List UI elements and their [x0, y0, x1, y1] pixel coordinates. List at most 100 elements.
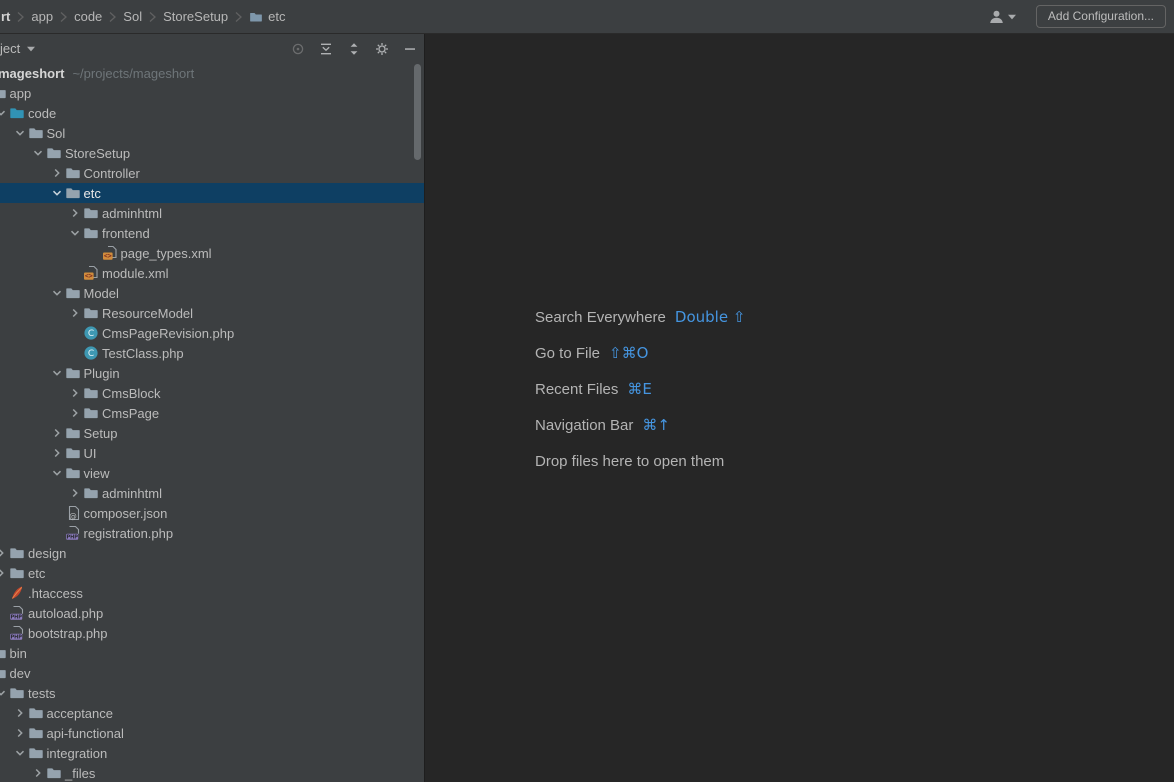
folder-icon [28, 725, 44, 741]
tree-row[interactable]: frontend [0, 223, 424, 243]
tree-row[interactable]: CTestClass.php [0, 343, 424, 363]
project-dropdown-label[interactable]: ject [0, 41, 20, 56]
tree-row[interactable]: design [0, 543, 424, 563]
tree-item-label: Setup [84, 426, 118, 441]
tree-row[interactable]: CmsBlock [0, 383, 424, 403]
shortcut-keys: Double ⇧ [675, 308, 746, 326]
chevron-expanded-icon[interactable] [49, 285, 65, 301]
tree-row[interactable]: view [0, 463, 424, 483]
collapse-all-icon[interactable] [347, 42, 361, 56]
tree-row[interactable]: api-functional [0, 723, 424, 743]
breadcrumb-item[interactable]: Sol [122, 9, 143, 24]
tree-row[interactable]: _files [0, 763, 424, 782]
tree-row[interactable]: acceptance [0, 703, 424, 723]
breadcrumb-item[interactable]: rt [0, 9, 11, 24]
tree-row[interactable]: adminhtml [0, 203, 424, 223]
chevron-spacer [0, 625, 9, 641]
chevron-spacer [67, 345, 83, 361]
shortcut-keys: ⌘E [627, 380, 651, 398]
folder-icon [46, 765, 62, 781]
chevron-collapsed-icon[interactable] [67, 485, 83, 501]
expand-all-icon[interactable] [319, 42, 333, 56]
tree-row[interactable]: <>page_types.xml [0, 243, 424, 263]
tree-row[interactable]: Controller [0, 163, 424, 183]
tree-row[interactable]: integration [0, 743, 424, 763]
folder-icon [28, 125, 44, 141]
tree-row[interactable]: CmsPage [0, 403, 424, 423]
tree-row[interactable]: adminhtml [0, 483, 424, 503]
breadcrumb-item[interactable]: code [73, 9, 103, 24]
tree-row[interactable]: tests [0, 683, 424, 703]
tree-row[interactable]: app [0, 83, 424, 103]
chevron-expanded-icon[interactable] [49, 465, 65, 481]
chevron-collapsed-icon[interactable] [49, 165, 65, 181]
svg-text:C: C [88, 329, 94, 339]
tree-row[interactable]: Plugin [0, 363, 424, 383]
tree-row[interactable]: dev [0, 663, 424, 683]
tree-row[interactable]: PHPautoload.php [0, 603, 424, 623]
chevron-collapsed-icon[interactable] [67, 385, 83, 401]
chevron-expanded-icon[interactable] [49, 185, 65, 201]
chevron-collapsed-icon[interactable] [67, 305, 83, 321]
chevron-collapsed-icon[interactable] [12, 705, 28, 721]
tree-row[interactable]: etc [0, 183, 424, 203]
tree-item-label: CmsPageRevision.php [102, 326, 234, 341]
json-file-icon: @ [65, 505, 81, 521]
tree-row[interactable]: PHPbootstrap.php [0, 623, 424, 643]
chevron-collapsed-icon[interactable] [30, 765, 46, 781]
tree-item-label: _files [65, 766, 95, 781]
chevron-collapsed-icon[interactable] [67, 205, 83, 221]
tree-row[interactable]: code [0, 103, 424, 123]
tree-row[interactable]: etc [0, 563, 424, 583]
chevron-collapsed-icon[interactable] [12, 725, 28, 741]
chevron-collapsed-icon[interactable] [49, 445, 65, 461]
chevron-collapsed-icon[interactable] [67, 405, 83, 421]
chevron-collapsed-icon[interactable] [49, 425, 65, 441]
chevron-down-icon[interactable] [27, 46, 35, 52]
tree-row[interactable]: C CmsPageRevision.php [0, 323, 424, 343]
breadcrumb-separator-icon [59, 11, 68, 23]
user-menu-dropdown[interactable] [988, 9, 1016, 25]
add-configuration-button[interactable]: Add Configuration... [1036, 5, 1166, 28]
shortcut-line: Drop files here to open them [535, 443, 745, 479]
tree-row[interactable]: .htaccess [0, 583, 424, 603]
breadcrumb-item[interactable]: app [30, 9, 54, 24]
project-root-path: ~/projects/mageshort [72, 66, 194, 81]
chevron-expanded-icon[interactable] [0, 105, 9, 121]
chevron-expanded-icon[interactable] [67, 225, 83, 241]
chevron-expanded-icon[interactable] [30, 145, 46, 161]
tree-row[interactable]: @composer.json [0, 503, 424, 523]
tree-row[interactable]: PHPregistration.php [0, 523, 424, 543]
xml-file-icon: <> [83, 265, 99, 281]
breadcrumb: rt app code Sol StoreSetup etc [0, 0, 286, 33]
locate-icon[interactable] [291, 42, 305, 56]
tree-row[interactable]: <>module.xml [0, 263, 424, 283]
tree-row[interactable]: ResourceModel [0, 303, 424, 323]
tree-item-label: registration.php [84, 526, 174, 541]
chevron-expanded-icon[interactable] [12, 125, 28, 141]
hide-panel-icon[interactable] [403, 42, 417, 56]
chevron-expanded-icon[interactable] [12, 745, 28, 761]
breadcrumb-item[interactable]: StoreSetup [162, 9, 229, 24]
folder-icon [46, 145, 62, 161]
tree-row[interactable]: mageshort~/projects/mageshort [0, 63, 424, 83]
shortcut-keys: ⌘↑ [642, 416, 670, 434]
breadcrumb-separator-icon [108, 11, 117, 23]
chevron-expanded-icon[interactable] [49, 365, 65, 381]
tree-row[interactable]: bin [0, 643, 424, 663]
breadcrumb-item[interactable]: etc [248, 9, 286, 24]
tree-row[interactable]: UI [0, 443, 424, 463]
chevron-collapsed-icon[interactable] [0, 565, 9, 581]
scrollbar-thumb[interactable] [414, 64, 421, 160]
folder-icon [249, 10, 263, 24]
settings-gear-icon[interactable] [375, 42, 389, 56]
tree-row[interactable]: StoreSetup [0, 143, 424, 163]
tree-row[interactable]: Model [0, 283, 424, 303]
tree-row[interactable]: Setup [0, 423, 424, 443]
php-file-icon: PHP [65, 525, 81, 541]
folder-icon [9, 565, 25, 581]
tree-row[interactable]: Sol [0, 123, 424, 143]
chevron-expanded-icon[interactable] [0, 685, 9, 701]
breadcrumb-label: etc [268, 9, 285, 24]
chevron-collapsed-icon[interactable] [0, 545, 9, 561]
